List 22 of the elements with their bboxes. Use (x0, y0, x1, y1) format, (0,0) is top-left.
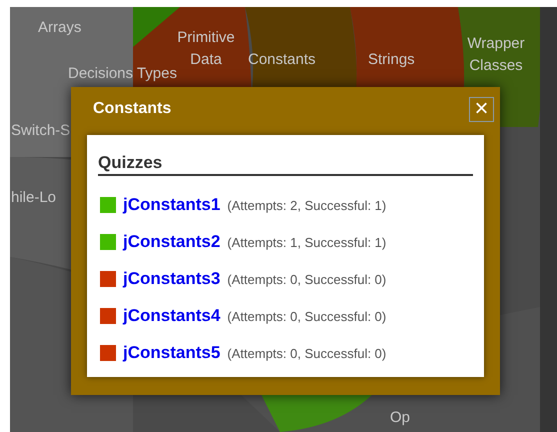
quiz-link[interactable]: jConstants1 (123, 192, 220, 218)
quiz-stats: (Attempts: 0, Successful: 0) (227, 308, 386, 326)
chart-label: Primitive Data (176, 28, 236, 70)
section-heading: Quizzes (98, 153, 473, 176)
chart-label: hile-Lo (11, 188, 56, 208)
quiz-stats: (Attempts: 2, Successful: 1) (227, 196, 386, 215)
quiz-link[interactable]: jConstants4 (123, 302, 220, 328)
quiz-link[interactable]: jConstants5 (123, 340, 220, 366)
chart-label: Wrapper Classes (466, 34, 526, 76)
chart-label: Op (390, 408, 410, 428)
quiz-link[interactable]: jConstants3 (123, 266, 220, 292)
chart-label: Strings (368, 50, 415, 70)
quiz-link[interactable]: jConstants2 (123, 228, 220, 254)
dialog-title: Constants (93, 99, 172, 119)
quiz-stats: (Attempts: 0, Successful: 0) (227, 270, 386, 289)
quiz-stats: (Attempts: 0, Successful: 0) (227, 344, 386, 363)
quiz-stats: (Attempts: 1, Successful: 1) (227, 234, 386, 252)
chart-label: Switch-S (11, 121, 70, 141)
chart-label: Constants (248, 50, 316, 70)
close-button[interactable]: × (469, 96, 494, 122)
chart-label: Decisions Types (68, 64, 177, 84)
chart-label: Arrays (38, 18, 82, 38)
